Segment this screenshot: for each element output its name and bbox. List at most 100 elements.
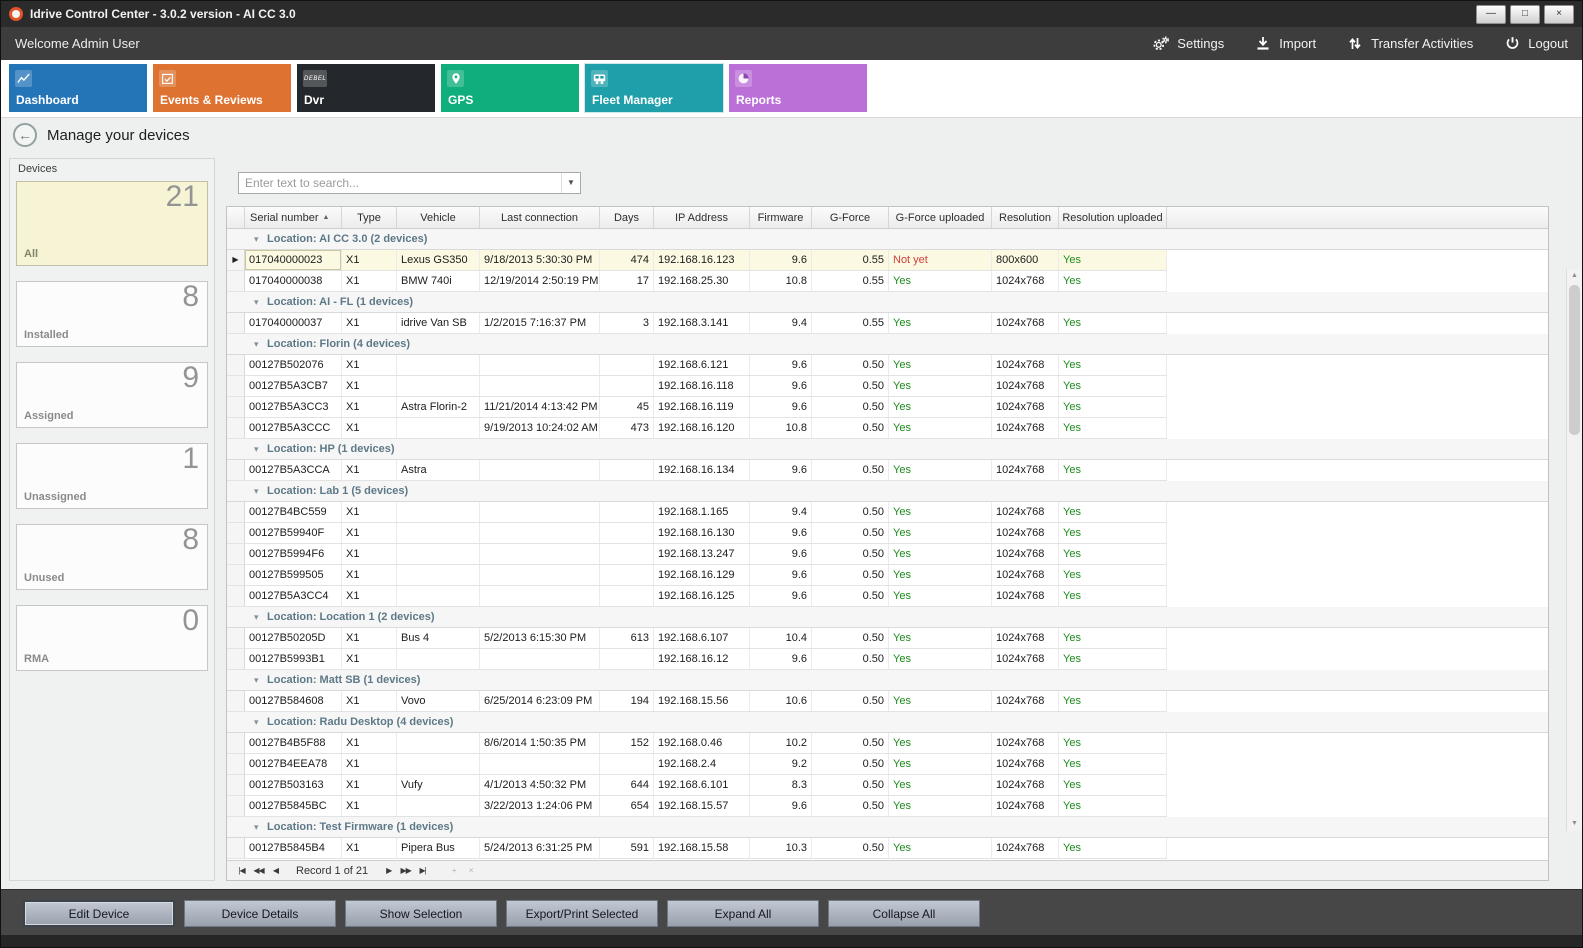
- filter-card-rma[interactable]: 0RMA: [16, 605, 208, 671]
- tab-fleet-manager[interactable]: Fleet Manager: [585, 64, 723, 112]
- tab-dvr[interactable]: DEBELDvr: [297, 64, 435, 112]
- table-row[interactable]: 017040000037X1idrive Van SB1/2/2015 7:16…: [227, 313, 1167, 334]
- group-row[interactable]: ▾Location: AI - FL (1 devices): [227, 292, 1548, 313]
- vertical-scrollbar[interactable]: ▲ ▼: [1566, 269, 1582, 831]
- prev-page-record-button[interactable]: ◀◀: [250, 866, 267, 875]
- table-row[interactable]: 00127B50205DX1Bus 45/2/2013 6:15:30 PM61…: [227, 628, 1167, 649]
- column-header-resolution-uploaded[interactable]: Resolution uploaded: [1059, 207, 1167, 228]
- toolbar-action-settings[interactable]: Settings: [1152, 36, 1224, 52]
- column-header-serial-number[interactable]: Serial number▲: [245, 207, 342, 228]
- cell-vehicle: [397, 544, 480, 564]
- group-row[interactable]: ▾Location: Matt SB (1 devices): [227, 670, 1548, 691]
- collapse-group-icon[interactable]: ▾: [254, 486, 267, 497]
- export-print-selected-button[interactable]: Export/Print Selected: [506, 900, 658, 927]
- cell-serial-number: 00127B5A3CCC: [245, 418, 342, 438]
- tab-gps[interactable]: GPS: [441, 64, 579, 112]
- top-toolbar: Welcome Admin User SettingsImportTransfe…: [1, 27, 1582, 60]
- filter-card-installed[interactable]: 8Installed: [16, 281, 208, 347]
- group-row[interactable]: ▾Location: Test Firmware (1 devices): [227, 817, 1548, 838]
- close-button[interactable]: ×: [1544, 5, 1574, 24]
- group-row[interactable]: ▾Location: Lab 1 (5 devices): [227, 481, 1548, 502]
- table-row[interactable]: ▶017040000023X1Lexus GS3509/18/2013 5:30…: [227, 250, 1167, 271]
- cell-ip-address: 192.168.13.247: [654, 544, 750, 564]
- tab-dashboard[interactable]: Dashboard: [9, 64, 147, 112]
- group-row[interactable]: ▾Location: AI CC 3.0 (2 devices): [227, 229, 1548, 250]
- cell-firmware: 10.2: [750, 733, 812, 753]
- collapse-group-icon[interactable]: ▾: [254, 339, 267, 350]
- first-record-button[interactable]: |◀: [233, 866, 250, 875]
- table-row[interactable]: 00127B503163X1Vufy4/1/2013 4:50:32 PM644…: [227, 775, 1167, 796]
- column-header-last-connection[interactable]: Last connection: [480, 207, 600, 228]
- table-row[interactable]: 00127B5A3CC3X1Astra Florin-211/21/2014 4…: [227, 397, 1167, 418]
- column-header-vehicle[interactable]: Vehicle: [397, 207, 480, 228]
- next-record-button[interactable]: ▶: [380, 866, 397, 875]
- minimize-button[interactable]: —: [1476, 5, 1506, 24]
- group-row[interactable]: ▾Location: HP (1 devices): [227, 439, 1548, 460]
- scrollbar-thumb[interactable]: [1569, 285, 1580, 435]
- collapse-all-button[interactable]: Collapse All: [828, 900, 980, 927]
- maximize-button[interactable]: □: [1510, 5, 1540, 24]
- table-row[interactable]: 00127B502076X1192.168.6.1219.60.50Yes102…: [227, 355, 1167, 376]
- prev-record-button[interactable]: ◀: [267, 866, 284, 875]
- table-row[interactable]: 00127B5845B4X1Pipera Bus5/24/2013 6:31:2…: [227, 838, 1167, 859]
- filter-card-assigned[interactable]: 9Assigned: [16, 362, 208, 428]
- table-row[interactable]: 00127B5A3CB7X1192.168.16.1189.60.50Yes10…: [227, 376, 1167, 397]
- tab-events-reviews[interactable]: Events & Reviews: [153, 64, 291, 112]
- collapse-group-icon[interactable]: ▾: [254, 234, 267, 245]
- next-page-record-button[interactable]: ▶▶: [397, 866, 414, 875]
- table-row[interactable]: 00127B599505X1192.168.16.1299.60.50Yes10…: [227, 565, 1167, 586]
- table-row[interactable]: 00127B5993B1X1192.168.16.129.60.50Yes102…: [227, 649, 1167, 670]
- collapse-group-icon[interactable]: ▾: [254, 717, 267, 728]
- cell-vehicle: [397, 376, 480, 396]
- scroll-down-icon[interactable]: ▼: [1567, 817, 1582, 831]
- table-row[interactable]: 00127B5994F6X1192.168.13.2479.60.50Yes10…: [227, 544, 1167, 565]
- table-row[interactable]: 00127B5845BCX13/22/2013 1:24:06 PM654192…: [227, 796, 1167, 817]
- column-header-firmware[interactable]: Firmware: [750, 207, 812, 228]
- expand-all-button[interactable]: Expand All: [667, 900, 819, 927]
- column-header-days[interactable]: Days: [600, 207, 654, 228]
- collapse-group-icon[interactable]: ▾: [254, 297, 267, 308]
- table-row[interactable]: 00127B4B5F88X18/6/2014 1:50:35 PM152192.…: [227, 733, 1167, 754]
- filter-card-unassigned[interactable]: 1Unassigned: [16, 443, 208, 509]
- cell-ip-address: 192.168.16.134: [654, 460, 750, 480]
- scroll-up-icon[interactable]: ▲: [1567, 269, 1582, 283]
- cell-resolution-uploaded: Yes: [1059, 460, 1167, 480]
- show-selection-button[interactable]: Show Selection: [345, 900, 497, 927]
- table-row[interactable]: 00127B5A3CC4X1192.168.16.1259.60.50Yes10…: [227, 586, 1167, 607]
- edit-device-button[interactable]: Edit Device: [23, 900, 175, 927]
- group-row[interactable]: ▾Location: Location 1 (2 devices): [227, 607, 1548, 628]
- tab-reports[interactable]: Reports: [729, 64, 867, 112]
- collapse-group-icon[interactable]: ▾: [254, 444, 267, 455]
- back-button[interactable]: ←: [13, 123, 37, 147]
- cell-firmware: 9.6: [750, 460, 812, 480]
- cell-type: X1: [342, 838, 397, 858]
- group-row[interactable]: ▾Location: Radu Desktop (4 devices): [227, 712, 1548, 733]
- filter-card-unused[interactable]: 8Unused: [16, 524, 208, 590]
- toolbar-action-transfer-activities[interactable]: Transfer Activities: [1346, 36, 1473, 52]
- column-header-resolution[interactable]: Resolution: [992, 207, 1059, 228]
- search-input[interactable]: [239, 175, 561, 191]
- collapse-group-icon[interactable]: ▾: [254, 822, 267, 833]
- collapse-group-icon[interactable]: ▾: [254, 675, 267, 686]
- collapse-group-icon[interactable]: ▾: [254, 612, 267, 623]
- table-row[interactable]: 017040000038X1BMW 740i12/19/2014 2:50:19…: [227, 271, 1167, 292]
- column-header-g-force-uploaded[interactable]: G-Force uploaded: [889, 207, 992, 228]
- table-row[interactable]: 00127B4BC559X1192.168.1.1659.40.50Yes102…: [227, 502, 1167, 523]
- column-header-ip-address[interactable]: IP Address: [654, 207, 750, 228]
- cell-resolution-uploaded: Yes: [1059, 838, 1167, 858]
- filter-card-all[interactable]: 21All: [16, 181, 208, 266]
- column-header-type[interactable]: Type: [342, 207, 397, 228]
- last-record-button[interactable]: ▶|: [414, 866, 431, 875]
- toolbar-action-import[interactable]: Import: [1254, 36, 1316, 52]
- column-header-g-force[interactable]: G-Force: [812, 207, 889, 228]
- table-row[interactable]: 00127B5A3CCCX19/19/2013 10:24:02 AM47319…: [227, 418, 1167, 439]
- combo-dropdown-icon[interactable]: ▼: [561, 173, 580, 193]
- table-row[interactable]: 00127B5A3CCAX1Astra192.168.16.1349.60.50…: [227, 460, 1167, 481]
- table-row[interactable]: 00127B584608X1Vovo6/25/2014 6:23:09 PM19…: [227, 691, 1167, 712]
- cell-days: 17: [600, 271, 654, 291]
- toolbar-action-logout[interactable]: Logout: [1503, 36, 1568, 52]
- device-details-button[interactable]: Device Details: [184, 900, 336, 927]
- table-row[interactable]: 00127B59940FX1192.168.16.1309.60.50Yes10…: [227, 523, 1167, 544]
- table-row[interactable]: 00127B4EEA78X1192.168.2.49.20.50Yes1024x…: [227, 754, 1167, 775]
- group-row[interactable]: ▾Location: Florin (4 devices): [227, 334, 1548, 355]
